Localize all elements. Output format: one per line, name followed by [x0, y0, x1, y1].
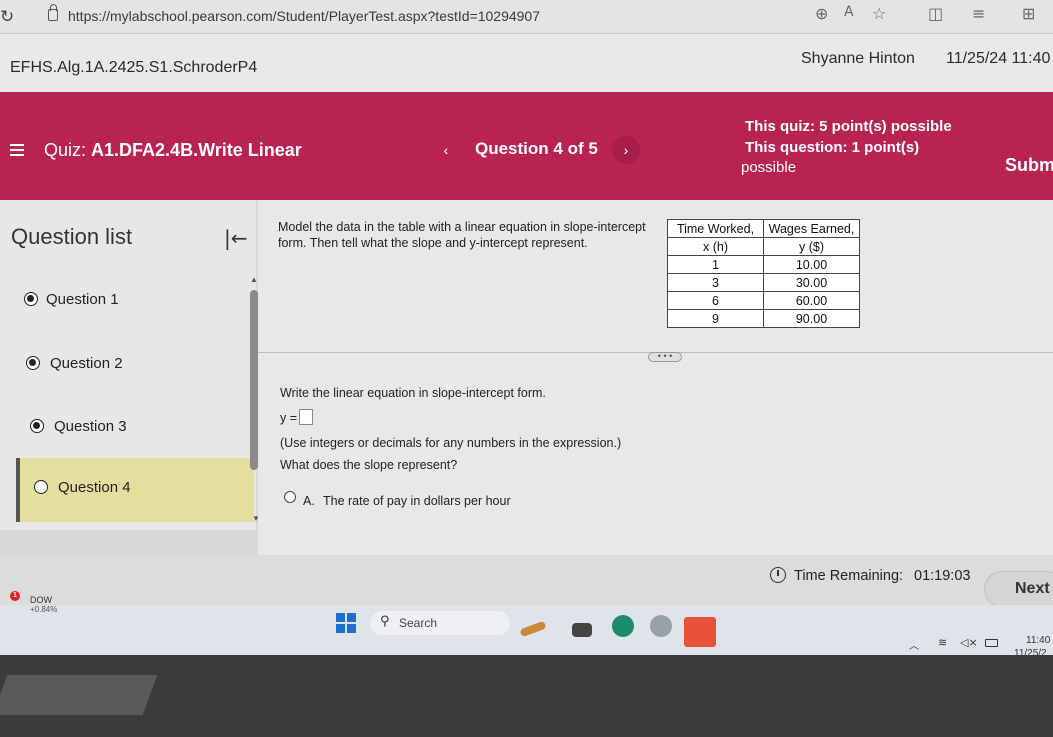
- current-datetime: 11/25/24 11:40: [946, 50, 1051, 67]
- quiz-prefix: Quiz:: [44, 140, 87, 160]
- battery-icon[interactable]: [985, 639, 998, 647]
- taskbar-clock-time[interactable]: 11:40: [1026, 635, 1050, 646]
- option-a-radio[interactable]: [284, 491, 296, 503]
- show-hidden-icons-icon[interactable]: ︿: [909, 637, 919, 652]
- time-remaining-value: 01:19:03: [914, 568, 971, 584]
- pencil-app-icon[interactable]: [519, 620, 547, 638]
- question-list-item-1[interactable]: Question 1: [0, 274, 256, 324]
- table-cell: 90.00: [763, 309, 860, 328]
- equation-prefix: y =: [280, 411, 298, 425]
- quiz-name: A1.DFA2.4B.Write Linear: [91, 140, 302, 160]
- table-subheader: y ($): [763, 237, 860, 256]
- stock-widget-name[interactable]: DOW: [30, 595, 52, 605]
- windows-start-icon[interactable]: [336, 613, 356, 633]
- course-name[interactable]: EFHS.Alg.1A.2425.S1.SchroderP4: [10, 59, 257, 77]
- equation-answer-input[interactable]: [299, 409, 313, 425]
- table-cell: 6: [667, 291, 764, 310]
- wifi-icon[interactable]: ≋: [938, 636, 947, 649]
- bezel-reflection: [0, 675, 158, 715]
- part-instruction: Write the linear equation in slope-inter…: [280, 386, 546, 400]
- question-content: Model the data in the table with a linea…: [258, 200, 1053, 555]
- quiz-header: Quiz: A1.DFA2.4B.Write Linear ‹ Question…: [0, 92, 1053, 200]
- table-row: 3 30.00: [667, 273, 860, 292]
- time-remaining-label: Time Remaining:: [794, 568, 904, 584]
- table-row: 9 90.00: [667, 309, 860, 328]
- lock-icon[interactable]: [48, 4, 58, 21]
- app-icon[interactable]: [684, 617, 716, 647]
- stock-widget-change: +0.84%: [30, 605, 58, 614]
- taskbar-search[interactable]: ⚲ Search: [370, 611, 510, 635]
- data-table: Time Worked, Wages Earned, x (h) y ($) 1…: [667, 219, 860, 328]
- split-screen-icon[interactable]: ◫: [928, 4, 943, 23]
- table-row: 1 10.00: [667, 255, 860, 274]
- quiz-footer: Time Remaining: 01:19:03 Next: [0, 555, 1053, 607]
- quiz-points: This quiz: 5 point(s) possible: [745, 118, 952, 135]
- question-list-label: Question 3: [54, 418, 127, 435]
- question-points: This question: 1 point(s): [745, 139, 920, 156]
- settings-gear-icon[interactable]: [650, 615, 672, 637]
- option-a-label[interactable]: The rate of pay in dollars per hour: [323, 494, 511, 508]
- answered-status-icon: [26, 356, 40, 370]
- table-header-row: Time Worked, Wages Earned,: [667, 219, 860, 238]
- more-options-button[interactable]: • • •: [648, 352, 682, 362]
- answered-status-icon: [30, 419, 44, 433]
- zoom-icon[interactable]: ⊕: [815, 4, 828, 23]
- question-list-title: Question list: [11, 224, 133, 249]
- question-list-label: Question 4: [58, 479, 131, 496]
- table-subheader-row: x (h) y ($): [667, 237, 860, 256]
- table-cell: 60.00: [763, 291, 860, 310]
- collections-icon[interactable]: ⊞: [1022, 4, 1035, 23]
- favorites-list-icon[interactable]: ≡: [972, 4, 985, 23]
- stock-alert-badge[interactable]: 1: [10, 591, 20, 601]
- question-list-item-3[interactable]: Question 3: [0, 400, 256, 450]
- unanswered-status-icon: [34, 480, 48, 494]
- question-list-item-2[interactable]: Question 2: [0, 338, 256, 388]
- windows-taskbar: 1 DOW +0.84% ⚲ Search ︿ ≋ ◁× 11:40 11/25…: [0, 591, 1053, 659]
- user-name: Shyanne Hinton: [801, 50, 915, 67]
- question-instructions: Model the data in the table with a linea…: [278, 220, 646, 250]
- table-cell: 9: [667, 309, 764, 328]
- file-explorer-icon[interactable]: [572, 623, 592, 637]
- account-bar: EFHS.Alg.1A.2425.S1.SchroderP4 Shyanne H…: [0, 34, 1053, 92]
- screen: ↻ https://mylabschool.pearson.com/Studen…: [0, 0, 1053, 737]
- table-header: Wages Earned,: [763, 219, 860, 238]
- table-cell: 3: [667, 273, 764, 292]
- collapse-panel-icon[interactable]: |←: [224, 226, 248, 250]
- search-icon: ⚲: [380, 614, 390, 629]
- question-list-label: Question 1: [46, 291, 119, 308]
- reload-icon[interactable]: ↻: [0, 7, 16, 27]
- next-question-button[interactable]: ›: [612, 136, 640, 164]
- read-aloud-icon[interactable]: A: [844, 4, 854, 20]
- next-button[interactable]: Next: [984, 571, 1053, 607]
- table-row: 6 60.00: [667, 291, 860, 310]
- question-points-continued: possible: [741, 159, 797, 176]
- table-header: Time Worked,: [667, 219, 764, 238]
- question-list-scrollbar[interactable]: [250, 290, 258, 470]
- submit-quiz-button[interactable]: Subm: [1005, 155, 1053, 176]
- laptop-bezel: [0, 655, 1053, 737]
- previous-question-button[interactable]: ‹: [432, 138, 460, 162]
- table-cell: 30.00: [763, 273, 860, 292]
- table-cell: 1: [667, 255, 764, 274]
- taskbar-search-label: Search: [399, 616, 438, 630]
- address-bar[interactable]: https://mylabschool.pearson.com/Student/…: [68, 8, 540, 24]
- answered-status-icon: [24, 292, 38, 306]
- browser-toolbar: ↻ https://mylabschool.pearson.com/Studen…: [0, 0, 1053, 34]
- question-list-panel: Question list |← Question 1 Question 2 Q…: [0, 200, 256, 530]
- edge-browser-icon[interactable]: [612, 615, 634, 637]
- menu-icon[interactable]: [10, 144, 24, 156]
- question-list-item-4[interactable]: Question 4: [16, 458, 254, 522]
- answer-format-note: (Use integers or decimals for any number…: [280, 436, 622, 450]
- option-a-letter: A.: [303, 494, 315, 508]
- table-subheader: x (h): [667, 237, 764, 256]
- scroll-up-arrow[interactable]: ▲: [250, 275, 258, 284]
- clock-icon: [770, 567, 786, 583]
- question-list-label: Question 2: [50, 355, 123, 372]
- volume-muted-icon[interactable]: ◁×: [960, 636, 978, 649]
- table-cell: 10.00: [763, 255, 860, 274]
- quiz-title: Quiz: A1.DFA2.4B.Write Linear: [44, 140, 302, 161]
- favorite-icon[interactable]: ☆: [872, 4, 886, 23]
- slope-question: What does the slope represent?: [280, 458, 458, 472]
- question-position: Question 4 of 5: [475, 139, 598, 158]
